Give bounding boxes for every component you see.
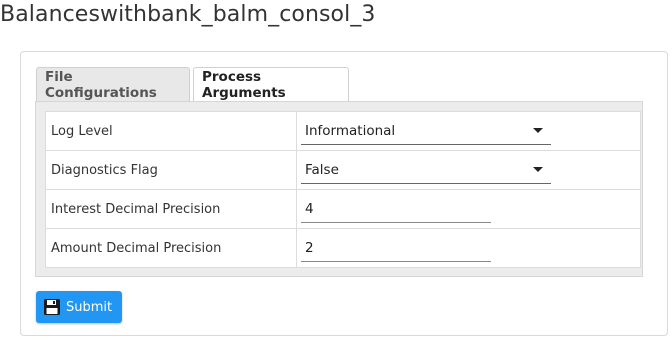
- amount-decimal-precision-input[interactable]: [301, 234, 491, 262]
- diagnostics-flag-value: False: [305, 161, 339, 178]
- tab-content: Log Level Informational Diagnostics Flag…: [35, 101, 643, 277]
- floppy-disk-icon: [44, 299, 60, 315]
- tab-file-configurations[interactable]: File Configurations: [36, 67, 190, 101]
- table-row: Amount Decimal Precision: [45, 228, 641, 268]
- log-level-label: Log Level: [45, 111, 297, 151]
- amount-decimal-precision-label: Amount Decimal Precision: [45, 228, 297, 268]
- diagnostics-flag-label: Diagnostics Flag: [45, 150, 297, 190]
- table-row: Diagnostics Flag False: [45, 150, 641, 190]
- process-panel: File Configurations Process Arguments Lo…: [20, 51, 668, 336]
- submit-label: Submit: [66, 299, 113, 315]
- diagnostics-flag-select[interactable]: False: [301, 156, 551, 184]
- page-title: Balanceswithbank_balm_consol_3: [0, 2, 376, 27]
- submit-button[interactable]: Submit: [36, 291, 122, 323]
- log-level-select[interactable]: Informational: [301, 117, 551, 145]
- table-row: Interest Decimal Precision: [45, 189, 641, 229]
- chevron-down-icon: [533, 128, 543, 133]
- log-level-value: Informational: [305, 122, 396, 139]
- interest-decimal-precision-label: Interest Decimal Precision: [45, 189, 297, 229]
- arguments-table: Log Level Informational Diagnostics Flag…: [45, 111, 641, 268]
- chevron-down-icon: [533, 167, 543, 172]
- tab-bar: File Configurations Process Arguments: [36, 67, 349, 102]
- table-row: Log Level Informational: [45, 111, 641, 151]
- tab-process-arguments[interactable]: Process Arguments: [193, 67, 349, 102]
- interest-decimal-precision-input[interactable]: [301, 195, 491, 223]
